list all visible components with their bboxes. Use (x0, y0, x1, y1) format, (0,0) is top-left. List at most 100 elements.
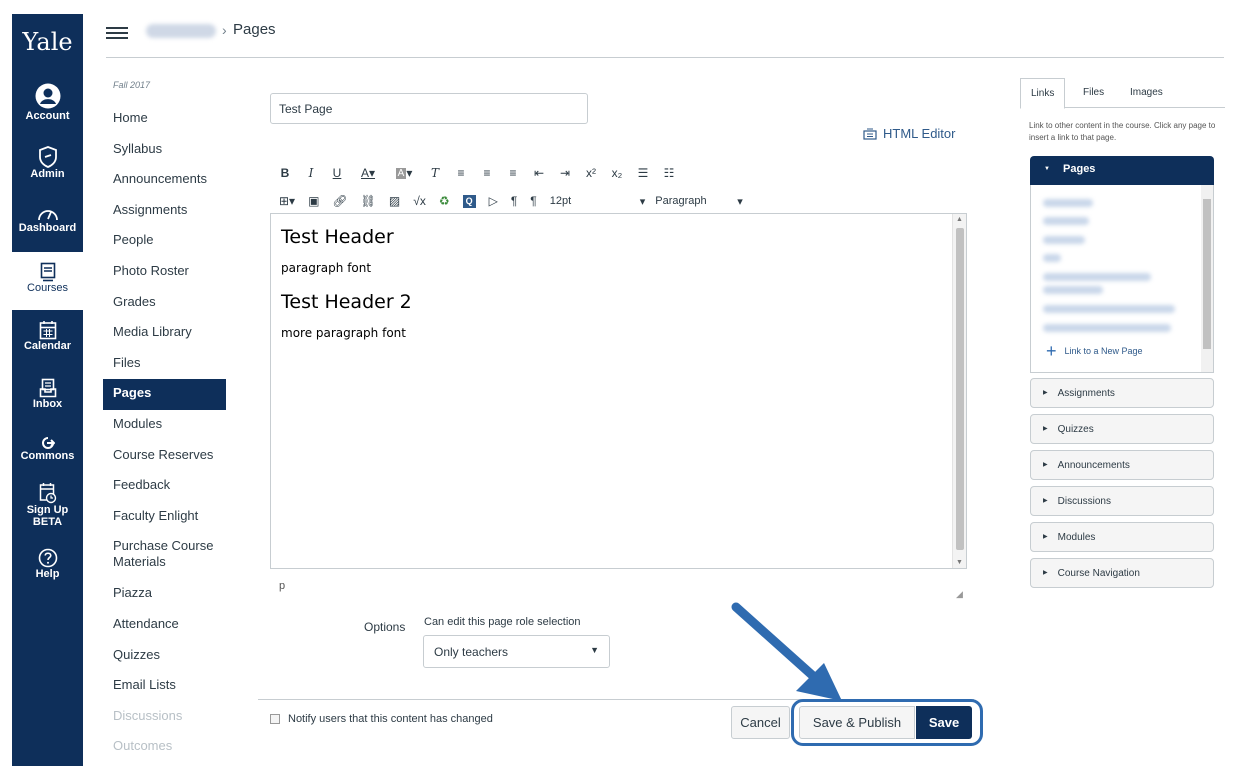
resize-handle-icon[interactable]: ◢ (956, 589, 963, 600)
align-left-icon[interactable]: ≡ (455, 164, 467, 182)
rtl-icon[interactable]: ¶ (530, 192, 536, 210)
pages-section-header[interactable]: ▼ Pages (1030, 156, 1214, 185)
course-nav-announcements[interactable]: Announcements (103, 165, 226, 196)
course-nav-course-reserves[interactable]: Course Reserves (103, 441, 226, 472)
nav-admin[interactable]: Admin (12, 136, 83, 194)
nav-signup[interactable]: Sign Up BETA (12, 474, 83, 546)
course-nav-modules[interactable]: Modules (103, 410, 226, 441)
course-nav-files[interactable]: Files (103, 349, 226, 380)
nav-account[interactable]: Account (12, 78, 83, 136)
course-nav-syllabus[interactable]: Syllabus (103, 135, 226, 166)
editor-content[interactable]: Test Header paragraph font Test Header 2… (271, 214, 966, 368)
course-nav-assignments[interactable]: Assignments (103, 196, 226, 227)
page-link[interactable] (1043, 324, 1171, 332)
course-nav-piazza[interactable]: Piazza (103, 579, 226, 610)
section-announcements[interactable]: ▶ Announcements (1030, 450, 1214, 480)
outdent-icon[interactable]: ⇤ (533, 164, 545, 182)
bullet-list-icon[interactable]: ☰ (637, 164, 649, 182)
embed-icon[interactable]: ▷ (489, 192, 498, 210)
page-link[interactable] (1043, 199, 1093, 207)
section-quizzes[interactable]: ▶ Quizzes (1030, 414, 1214, 444)
italic-button[interactable]: I (305, 164, 317, 182)
nav-help[interactable]: Help (12, 546, 83, 596)
media-icon[interactable]: ▣ (308, 192, 319, 210)
image-icon[interactable]: ▨ (389, 192, 400, 210)
course-nav-outcomes[interactable]: Outcomes (103, 732, 226, 763)
tab-links[interactable]: Links (1020, 78, 1066, 109)
editor-scrollbar[interactable]: ▲ ▼ (952, 214, 966, 568)
breadcrumb-course-link[interactable] (146, 24, 216, 38)
course-nav-pages[interactable]: Pages (103, 379, 226, 410)
course-nav-purchase-materials[interactable]: Purchase Course Materials (103, 532, 226, 579)
nav-dashboard[interactable]: Dashboard (12, 194, 83, 252)
course-nav-feedback[interactable]: Feedback (103, 471, 226, 502)
page-title-input[interactable]: Test Page (270, 93, 588, 124)
underline-button[interactable]: U (331, 164, 343, 182)
nav-commons[interactable]: Commons (12, 424, 83, 474)
html-editor-toggle[interactable]: HTML Editor (863, 126, 955, 141)
rich-content-editor[interactable]: Test Header paragraph font Test Header 2… (270, 213, 967, 569)
subscript-icon[interactable]: x₂ (611, 164, 623, 182)
font-size-select[interactable]: 12pt (550, 195, 640, 207)
course-nav-email-lists[interactable]: Email Lists (103, 671, 226, 702)
nav-courses[interactable]: Courses (12, 252, 83, 310)
section-discussions[interactable]: ▶ Discussions (1030, 486, 1214, 516)
cancel-button[interactable]: Cancel (731, 706, 790, 739)
content-paragraph-1[interactable]: paragraph font (281, 261, 956, 275)
content-header-2[interactable]: Test Header 2 (281, 291, 956, 313)
course-nav-photo-roster[interactable]: Photo Roster (103, 257, 226, 288)
course-nav-attendance[interactable]: Attendance (103, 610, 226, 641)
scroll-up-icon[interactable]: ▲ (956, 216, 963, 223)
unlink-icon[interactable]: ⛓︎ (361, 192, 376, 210)
course-nav-faculty-enlight[interactable]: Faculty Enlight (103, 502, 226, 533)
page-link[interactable] (1043, 286, 1103, 294)
pages-list-scrollbar[interactable] (1201, 185, 1213, 372)
apps-icon[interactable]: ♻ (439, 192, 450, 210)
hamburger-menu-icon[interactable] (106, 24, 128, 42)
notify-checkbox-box[interactable] (270, 714, 280, 724)
course-nav-discussions[interactable]: Discussions (103, 702, 226, 733)
block-format-dropdown-icon[interactable]: ▾ (737, 195, 743, 208)
scroll-down-icon[interactable]: ▼ (956, 559, 963, 566)
section-course-navigation[interactable]: ▶ Course Navigation (1030, 558, 1214, 588)
align-right-icon[interactable]: ≡ (507, 164, 519, 182)
section-assignments[interactable]: ▶ Assignments (1030, 378, 1214, 408)
numbered-list-icon[interactable]: ☷ (663, 164, 675, 182)
ltr-icon[interactable]: ¶ (511, 192, 517, 210)
page-link[interactable] (1043, 254, 1061, 262)
nav-calendar[interactable]: Calendar (12, 310, 83, 368)
table-icon[interactable]: ⊞▾ (279, 192, 295, 210)
page-link[interactable] (1043, 305, 1175, 313)
text-color-button[interactable]: A▾ (357, 164, 379, 182)
editor-scrollbar-thumb[interactable] (956, 228, 964, 550)
nav-inbox[interactable]: Inbox (12, 368, 83, 424)
course-nav-home[interactable]: Home (103, 104, 226, 135)
tab-files[interactable]: Files (1073, 78, 1114, 109)
page-link[interactable] (1043, 273, 1151, 281)
clear-formatting-button[interactable]: T (429, 164, 441, 182)
link-icon[interactable]: 🔗︎ (332, 192, 347, 210)
background-color-button[interactable]: A ▾ (393, 164, 415, 182)
course-nav-people[interactable]: People (103, 226, 226, 257)
link-new-page[interactable]: + Link to a New Page (1046, 342, 1143, 360)
course-nav-media-library[interactable]: Media Library (103, 318, 226, 349)
bold-button[interactable]: B (279, 164, 291, 182)
indent-icon[interactable]: ⇥ (559, 164, 571, 182)
page-link[interactable] (1043, 217, 1089, 225)
course-nav-grades[interactable]: Grades (103, 288, 226, 319)
tab-images[interactable]: Images (1120, 78, 1173, 109)
align-center-icon[interactable]: ≡ (481, 164, 493, 182)
equation-icon[interactable]: √x (413, 192, 426, 210)
course-nav-quizzes[interactable]: Quizzes (103, 641, 226, 672)
superscript-icon[interactable]: x² (585, 164, 597, 182)
content-paragraph-2[interactable]: more paragraph font (281, 326, 956, 340)
pages-list-scrollbar-thumb[interactable] (1203, 199, 1211, 349)
font-size-dropdown-icon[interactable]: ▾ (640, 195, 646, 208)
notify-users-checkbox[interactable]: Notify users that this content has chang… (270, 713, 493, 725)
quiz-tool-icon[interactable]: Q (462, 194, 476, 208)
section-modules[interactable]: ▶ Modules (1030, 522, 1214, 552)
page-link[interactable] (1043, 236, 1085, 244)
block-format-select[interactable]: Paragraph (655, 195, 737, 207)
yale-logo[interactable]: Yale (12, 14, 83, 78)
content-header-1[interactable]: Test Header (281, 226, 956, 248)
